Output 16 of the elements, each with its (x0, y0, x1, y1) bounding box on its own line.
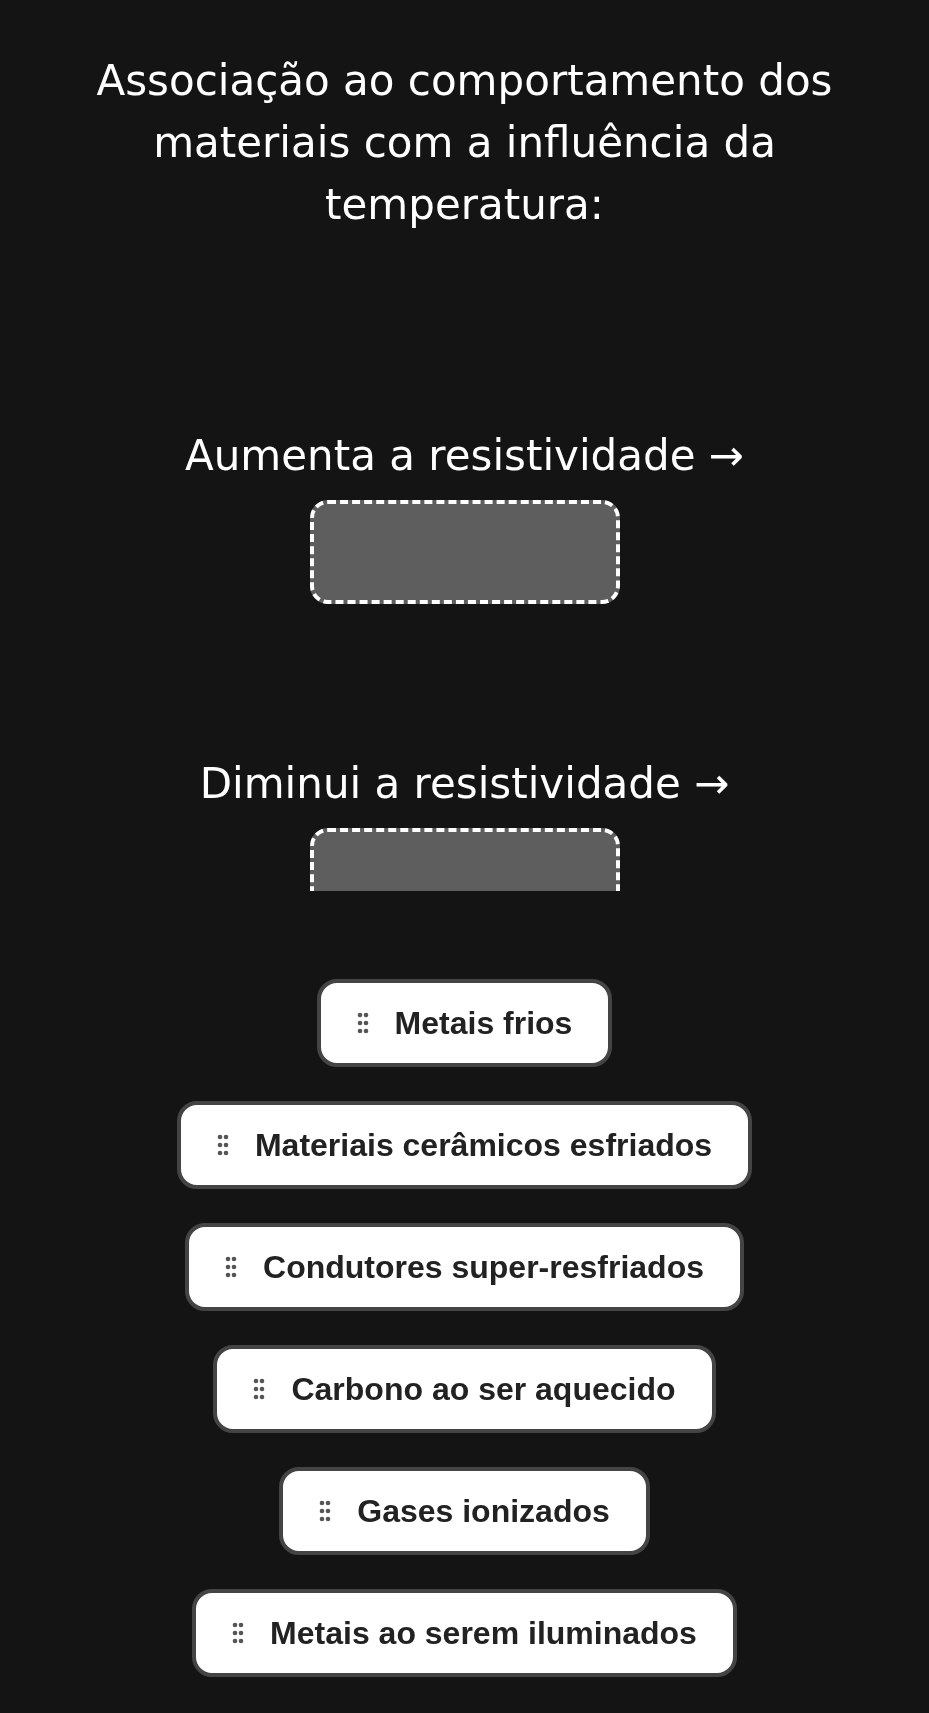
category-label: Diminui a resistividade → (199, 758, 730, 810)
drop-zone[interactable] (309, 500, 620, 604)
draggable-option[interactable]: Metais ao serem iluminados (192, 1589, 737, 1677)
drag-handle-icon (319, 1500, 332, 1522)
drag-handle-icon (232, 1622, 245, 1644)
drag-handle-icon (253, 1378, 266, 1400)
question-title: Associação ao comportamento dos materiais com a influência da temperatura: (95, 55, 834, 231)
category-label: Aumenta a resistividade → (184, 430, 745, 482)
drag-handle-icon (225, 1256, 237, 1278)
draggable-option[interactable]: Metais frios (316, 979, 613, 1067)
draggable-option[interactable]: Materiais cerâmicos esfriados (176, 1101, 753, 1189)
draggable-option[interactable]: Gases ionizados (279, 1467, 650, 1555)
drag-handle-icon (216, 1134, 229, 1156)
drag-handle-icon (356, 1012, 369, 1034)
draggable-option[interactable]: Carbono ao ser aquecido (213, 1345, 716, 1433)
draggable-option[interactable]: Condutores super-resfriados (185, 1223, 744, 1311)
